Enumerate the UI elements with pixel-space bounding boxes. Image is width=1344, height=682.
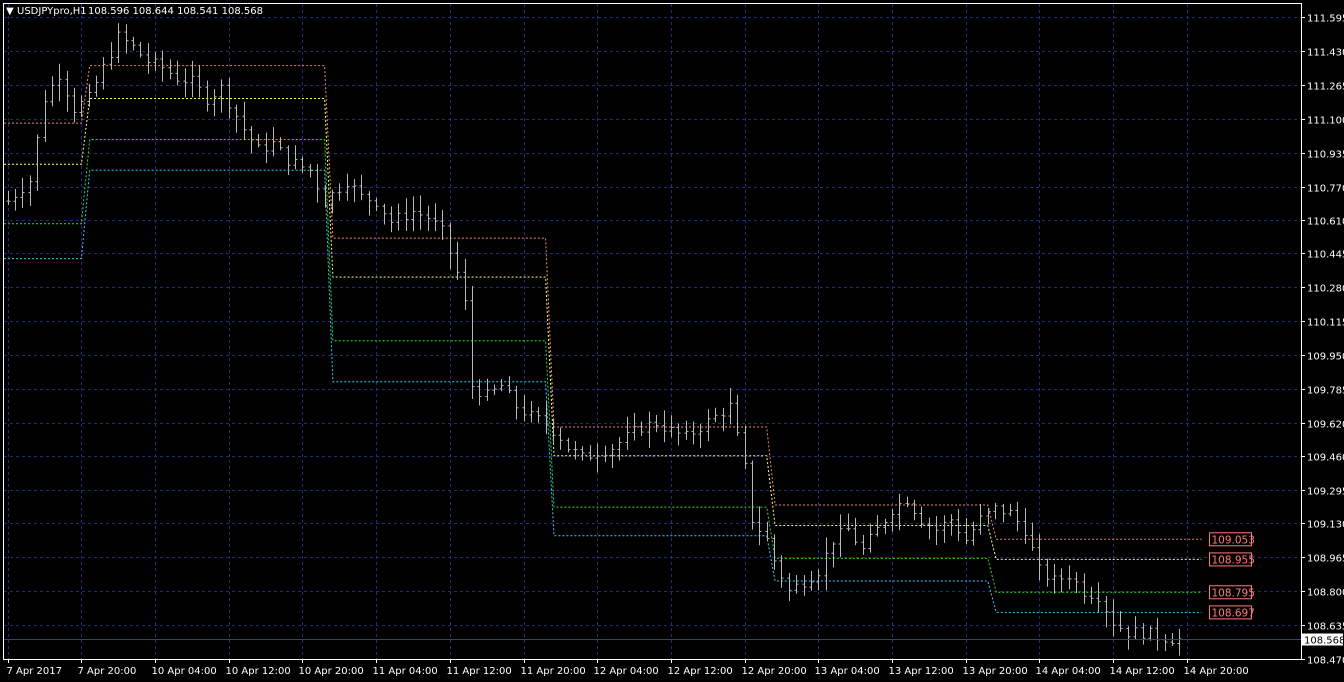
x-tick-label: 12 Apr 04:00	[594, 666, 659, 677]
y-tick-label: 108.965	[1307, 554, 1344, 565]
y-tick-label: 109.295	[1307, 487, 1344, 498]
ohlc-values: 108.596 108.644 108.541 108.568	[88, 6, 263, 17]
y-tick-label: 110.445	[1307, 250, 1344, 261]
y-tick-label: 108.800	[1307, 588, 1344, 599]
current-price-value: 108.568	[1304, 636, 1344, 647]
dropdown-icon[interactable]: ▼	[6, 6, 14, 17]
x-tick-label: 12 Apr 12:00	[668, 666, 733, 677]
x-tick-label: 10 Apr 20:00	[299, 666, 364, 677]
y-tick-label: 109.785	[1307, 386, 1344, 397]
y-tick-label: 110.280	[1307, 284, 1344, 295]
price-chart[interactable]: 108.568 111.595 111.430 111.265 111.100 110.…	[0, 0, 1344, 682]
y-tick-label: 110.115	[1307, 318, 1344, 329]
x-tick-label: 10 Apr 04:00	[152, 666, 217, 677]
y-tick-label: 110.770	[1307, 184, 1344, 195]
x-tick-label: 13 Apr 12:00	[889, 666, 954, 677]
y-tick-label: 110.935	[1307, 150, 1344, 161]
x-tick-label: 10 Apr 12:00	[226, 666, 291, 677]
symbol-label: USDJPYpro,H1	[17, 6, 87, 17]
x-tick-label: 14 Apr 04:00	[1036, 666, 1101, 677]
level-label: 108.795	[1212, 587, 1255, 599]
y-tick-label: 109.130	[1307, 520, 1344, 531]
y-tick-label: 108.470	[1307, 656, 1344, 667]
level-label: 108.697	[1212, 607, 1255, 619]
y-tick-label: 109.950	[1307, 352, 1344, 363]
x-tick-label: 12 Apr 20:00	[742, 666, 807, 677]
y-tick-label: 111.595	[1307, 14, 1344, 25]
x-tick-label: 11 Apr 20:00	[521, 666, 586, 677]
x-tick-label: 7 Apr 20:00	[78, 666, 137, 677]
y-tick-label: 109.620	[1307, 420, 1344, 431]
x-tick-label: 14 Apr 12:00	[1110, 666, 1175, 677]
x-tick-label: 7 Apr 2017	[7, 666, 62, 677]
y-tick-label: 111.430	[1307, 48, 1344, 59]
level-label: 108.955	[1212, 554, 1255, 566]
x-tick-label: 11 Apr 12:00	[447, 666, 512, 677]
x-tick-label: 13 Apr 20:00	[963, 666, 1028, 677]
chart-header[interactable]: ▼ USDJPYpro,H1 108.596 108.644 108.541 1…	[6, 6, 263, 17]
y-tick-label: 111.265	[1307, 82, 1344, 93]
level-label: 109.053	[1212, 534, 1255, 546]
y-tick-label: 111.100	[1307, 116, 1344, 127]
y-tick-label: 110.610	[1307, 217, 1344, 228]
x-tick-label: 11 Apr 04:00	[373, 666, 438, 677]
x-tick-label: 13 Apr 04:00	[815, 666, 880, 677]
chart-frame[interactable]: 108.568 111.595 111.430 111.265 111.100 110.…	[0, 0, 1344, 682]
x-tick-label: 14 Apr 20:00	[1184, 666, 1249, 677]
y-tick-label: 109.460	[1307, 453, 1344, 464]
y-tick-label: 108.635	[1307, 622, 1344, 633]
